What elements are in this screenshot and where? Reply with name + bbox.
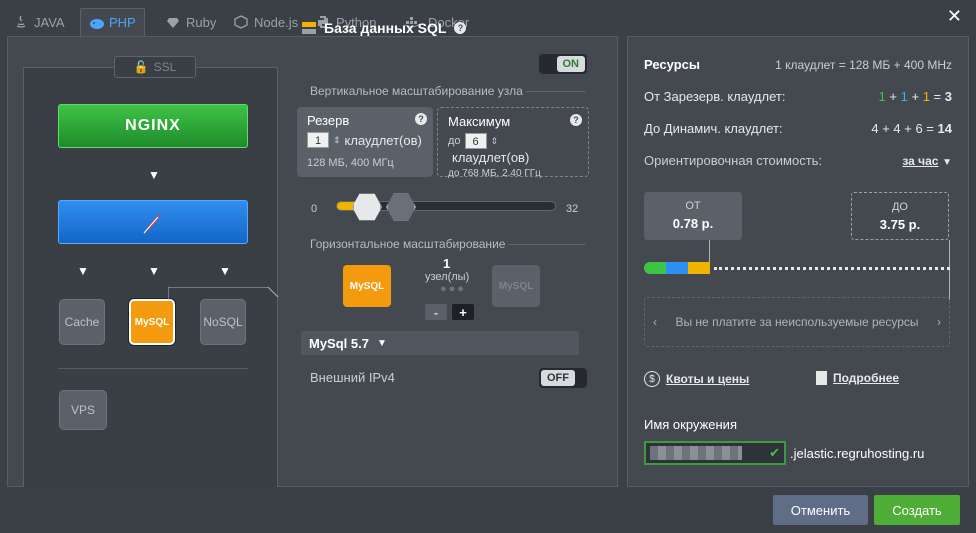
- max-cloudlets-input[interactable]: 6: [464, 133, 487, 149]
- reserved-cloudlets-input[interactable]: 1: [307, 132, 329, 148]
- horizontal-scaling-label: Горизонтальное масштабирование: [310, 237, 506, 251]
- version-select[interactable]: MySql 5.7 ▼: [301, 331, 579, 355]
- reserved-formula: 1 + 1 + 1 = 3: [878, 89, 952, 104]
- resources-panel: Ресурсы 1 клаудлет = 128 МБ + 400 МHz От…: [627, 36, 969, 487]
- help-icon[interactable]: ?: [415, 113, 427, 125]
- tab-java[interactable]: JAVA: [6, 8, 73, 36]
- ssl-toggle[interactable]: 🔓 SSL: [114, 56, 196, 78]
- decrease-nodes-button[interactable]: -: [425, 304, 447, 320]
- apache-php-node[interactable]: [58, 200, 248, 244]
- arrow-down-icon: ▼: [219, 264, 231, 278]
- ruby-icon: [166, 15, 180, 29]
- divider: [58, 368, 248, 369]
- php-icon: [89, 16, 104, 30]
- close-icon[interactable]: ✕: [947, 6, 962, 27]
- cost-label: Ориентировочная стоимость:: [644, 153, 823, 168]
- lock-icon: 🔓: [133, 60, 149, 74]
- spinner-arrows-icon[interactable]: ⇕: [491, 136, 499, 147]
- env-name-label: Имя окружения: [644, 417, 737, 432]
- divider: [508, 244, 586, 245]
- sql-toggle[interactable]: ON: [539, 54, 587, 74]
- feather-icon: [143, 212, 162, 234]
- sql-database-header: База данных SQL ?: [302, 20, 467, 36]
- configuration-panel: 🔓 SSL NGINX ▼ ▼ ▼ ▼ Cache MySQL NoSQL VP…: [7, 36, 618, 487]
- increase-nodes-button[interactable]: +: [452, 304, 474, 320]
- from-marker-line: [709, 240, 710, 262]
- vps-node[interactable]: VPS: [59, 390, 107, 430]
- ipv4-toggle[interactable]: OFF: [539, 368, 587, 388]
- vertical-scaling-label: Вертикальное масштабирование узла: [310, 84, 523, 98]
- database-icon: [302, 22, 316, 34]
- node-count: 1: [443, 256, 451, 271]
- tab-php[interactable]: PHP: [80, 8, 145, 36]
- mysql-ghost-instance-icon: MySQL: [492, 265, 540, 307]
- cloudlet-definition: 1 клаудлет = 128 МБ + 400 МHz: [775, 57, 952, 72]
- help-icon[interactable]: ?: [454, 22, 467, 34]
- price-from-box: ОТ 0.78 р.: [644, 192, 742, 240]
- divider: [526, 91, 586, 92]
- arrow-down-icon: ▼: [148, 168, 160, 182]
- more-info-link[interactable]: Подробнее: [816, 371, 899, 385]
- period-select[interactable]: за час ▼: [902, 153, 952, 168]
- info-carousel: ‹ Вы не платите за неиспользуемые ресурс…: [644, 297, 950, 347]
- node-dots: ●●●: [440, 283, 466, 295]
- cancel-button[interactable]: Отменить: [773, 495, 868, 525]
- resources-title: Ресурсы: [644, 57, 700, 72]
- mysql-instance-icon: MySQL: [343, 265, 391, 307]
- arrow-down-icon: ▼: [77, 264, 89, 278]
- max-cloudlets-box: Максимум ? до 6 ⇕ клаудлет(ов) до 768 МБ…: [437, 107, 589, 179]
- java-icon: [14, 15, 28, 29]
- nodejs-icon: [234, 15, 248, 29]
- reserved-cloudlets-box: Резерв ? 1 ⇕ клаудлет(ов) 128 МБ, 400 МГ…: [297, 107, 433, 177]
- dynamic-formula: 4 + 4 + 6 = 14: [871, 121, 952, 136]
- dollar-icon: $: [644, 371, 660, 387]
- checkmark-icon: ✔: [769, 445, 780, 460]
- chevron-right-icon[interactable]: ›: [937, 315, 941, 329]
- chevron-down-icon: ▼: [376, 337, 387, 349]
- arrow-down-icon: ▼: [148, 264, 160, 278]
- slider-max-label: 32: [566, 203, 579, 215]
- create-button[interactable]: Создать: [874, 495, 960, 525]
- chevron-down-icon: ▼: [942, 157, 952, 168]
- tab-nodejs[interactable]: Node.js: [226, 8, 306, 36]
- node-unit-label: узел(лы): [425, 271, 470, 283]
- document-icon: [816, 371, 827, 385]
- quotas-link[interactable]: $ Квоты и цены: [644, 371, 749, 387]
- topology-area: 🔓 SSL NGINX ▼ ▼ ▼ ▼ Cache MySQL NoSQL VP…: [23, 56, 278, 487]
- connector-line: [168, 287, 279, 302]
- reserved-label: От Зарезерв. клаудлет:: [644, 89, 786, 104]
- runtime-tabs: JAVA PHP Ruby Node.js Python Docker ✕: [0, 0, 976, 36]
- tab-ruby[interactable]: Ruby: [158, 8, 224, 36]
- chevron-left-icon[interactable]: ‹: [653, 315, 657, 329]
- dynamic-label: До Динамич. клаудлет:: [644, 121, 783, 136]
- env-name-input[interactable]: ✔: [644, 441, 786, 465]
- ipv4-label: Внешний IPv4: [310, 370, 395, 385]
- spinner-arrows-icon[interactable]: ⇕: [333, 135, 341, 146]
- slider-min-label: 0: [311, 203, 318, 215]
- resource-usage-bar: [644, 262, 950, 274]
- env-domain: .jelastic.regruhosting.ru: [790, 446, 925, 461]
- masked-env-name: [650, 446, 742, 460]
- help-icon[interactable]: ?: [570, 114, 582, 126]
- nginx-balancer-node[interactable]: NGINX: [58, 104, 248, 148]
- cache-node[interactable]: Cache: [59, 299, 105, 345]
- price-to-box: ДО 3.75 р.: [851, 192, 949, 240]
